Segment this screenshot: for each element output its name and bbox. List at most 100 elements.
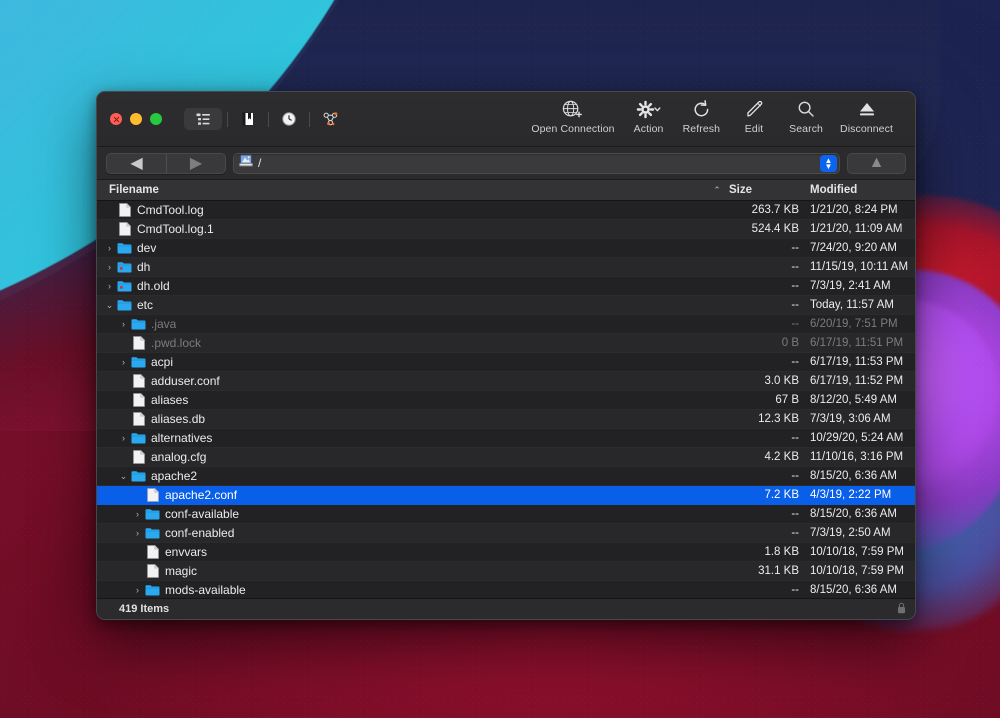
folder-icon	[144, 527, 161, 539]
table-row[interactable]: CmdTool.log263.7 KB1/21/20, 8:24 PM	[97, 201, 915, 220]
size-cell: --	[725, 508, 805, 520]
forward-button[interactable]: ▶	[166, 154, 225, 173]
filename-label: .pwd.lock	[151, 336, 201, 350]
minimize-button[interactable]	[130, 113, 142, 125]
browser-view-icon[interactable]	[184, 108, 222, 130]
modified-cell: Today, 11:57 AM	[805, 299, 915, 311]
table-row[interactable]: › dev--7/24/20, 9:20 AM	[97, 239, 915, 258]
disclosure-collapsed-icon[interactable]: ›	[103, 262, 116, 272]
search-icon	[797, 97, 815, 121]
size-cell: 12.3 KB	[725, 413, 805, 425]
table-row[interactable]: › mods-available--8/15/20, 6:36 AM	[97, 581, 915, 598]
close-button[interactable]	[110, 113, 122, 125]
table-row[interactable]: analog.cfg4.2 KB11/10/16, 3:16 PM	[97, 448, 915, 467]
sort-ascending-icon[interactable]: ⌃	[709, 185, 725, 196]
table-row[interactable]: › alternatives--10/29/20, 5:24 AM	[97, 429, 915, 448]
modified-cell: 8/15/20, 6:36 AM	[805, 508, 915, 520]
back-button[interactable]: ◀	[107, 154, 166, 173]
back-forward-segment[interactable]: ◀ ▶	[106, 153, 226, 174]
transfers-icon[interactable]	[315, 108, 345, 130]
modified-cell: 10/10/18, 7:59 PM	[805, 546, 915, 558]
disclosure-collapsed-icon[interactable]: ›	[103, 281, 116, 291]
go-up-button[interactable]: ▲	[847, 153, 906, 174]
filename-label: apache2.conf	[165, 488, 237, 502]
filename-cell: aliases.db	[130, 412, 725, 426]
filename-cell: etc	[116, 298, 725, 312]
table-row[interactable]: aliases67 B8/12/20, 5:49 AM	[97, 391, 915, 410]
column-header-modified[interactable]: Modified	[805, 184, 915, 196]
column-header: Filename ⌃ Size Modified	[97, 180, 915, 201]
column-header-size[interactable]: Size	[725, 184, 805, 196]
refresh-button[interactable]: Refresh	[675, 97, 728, 135]
size-cell: --	[725, 261, 805, 273]
folder-icon	[144, 584, 161, 596]
table-row[interactable]: apache2.conf7.2 KB4/3/19, 2:22 PM	[97, 486, 915, 505]
gear-icon	[636, 97, 661, 121]
filename-label: dev	[137, 241, 156, 255]
path-stepper[interactable]: ▲ ▼	[820, 155, 837, 172]
disclosure-collapsed-icon[interactable]: ›	[131, 528, 144, 538]
file-list[interactable]: CmdTool.log263.7 KB1/21/20, 8:24 PM CmdT…	[97, 201, 915, 598]
folder-alias-icon	[116, 261, 133, 273]
search-button[interactable]: Search	[780, 97, 832, 135]
table-row[interactable]: ⌄ etc--Today, 11:57 AM	[97, 296, 915, 315]
disclosure-collapsed-icon[interactable]: ›	[103, 243, 116, 253]
table-row[interactable]: adduser.conf3.0 KB6/17/19, 11:52 PM	[97, 372, 915, 391]
path-field[interactable]: / ▲ ▼	[233, 153, 840, 174]
table-row[interactable]: magic31.1 KB10/10/18, 7:59 PM	[97, 562, 915, 581]
table-row[interactable]: › conf-enabled--7/3/19, 2:50 AM	[97, 524, 915, 543]
size-cell: 524.4 KB	[725, 223, 805, 235]
folder-icon	[130, 318, 147, 330]
filename-label: acpi	[151, 355, 173, 369]
table-row[interactable]: › .java--6/20/19, 7:51 PM	[97, 315, 915, 334]
size-cell: 263.7 KB	[725, 204, 805, 216]
disclosure-expanded-icon[interactable]: ⌄	[103, 300, 116, 311]
filename-cell: conf-enabled	[144, 526, 725, 540]
file-icon	[144, 564, 161, 578]
column-header-filename[interactable]: Filename	[97, 184, 709, 196]
eject-icon	[857, 97, 877, 121]
bookmark-icon[interactable]	[233, 108, 263, 130]
filename-cell: .java	[130, 317, 725, 331]
disclosure-expanded-icon[interactable]: ⌄	[117, 471, 130, 482]
table-row[interactable]: › dh.old--7/3/19, 2:41 AM	[97, 277, 915, 296]
folder-icon	[144, 508, 161, 520]
table-row[interactable]: envvars1.8 KB10/10/18, 7:59 PM	[97, 543, 915, 562]
size-cell: 4.2 KB	[725, 451, 805, 463]
filename-cell: dh	[116, 260, 725, 274]
filename-label: adduser.conf	[151, 374, 220, 388]
modified-cell: 1/21/20, 8:24 PM	[805, 204, 915, 216]
maximize-button[interactable]	[150, 113, 162, 125]
disclosure-collapsed-icon[interactable]: ›	[131, 585, 144, 595]
disclosure-collapsed-icon[interactable]: ›	[117, 319, 130, 329]
modified-cell: 1/21/20, 11:09 AM	[805, 223, 915, 235]
table-row[interactable]: .pwd.lock0 B6/17/19, 11:51 PM	[97, 334, 915, 353]
filename-cell: dh.old	[116, 279, 725, 293]
size-cell: 0 B	[725, 337, 805, 349]
disconnect-button[interactable]: Disconnect	[832, 97, 901, 135]
table-row[interactable]: › conf-available --8/15/20, 6:36 AM	[97, 505, 915, 524]
table-row[interactable]: CmdTool.log.1 524.4 KB1/21/20, 11:09 AM	[97, 220, 915, 239]
table-row[interactable]: aliases.db12.3 KB7/3/19, 3:06 AM	[97, 410, 915, 429]
filename-label: alternatives	[151, 431, 212, 445]
filename-cell: dev	[116, 241, 725, 255]
filename-label: conf-available	[165, 507, 239, 521]
table-row[interactable]: › dh--11/15/19, 10:11 AM	[97, 258, 915, 277]
disclosure-collapsed-icon[interactable]: ›	[131, 509, 144, 519]
open-connection-button[interactable]: Open Connection	[523, 97, 622, 135]
action-button[interactable]: Action	[623, 97, 675, 135]
edit-button[interactable]: Edit	[728, 97, 780, 135]
file-icon	[144, 545, 161, 559]
modified-cell: 8/15/20, 6:36 AM	[805, 470, 915, 482]
table-row[interactable]: ⌄ apache2--8/15/20, 6:36 AM	[97, 467, 915, 486]
disclosure-collapsed-icon[interactable]: ›	[117, 433, 130, 443]
disclosure-collapsed-icon[interactable]: ›	[117, 357, 130, 367]
file-icon	[130, 374, 147, 388]
filename-label: dh	[137, 260, 150, 274]
item-count-label: 419 Items	[119, 603, 169, 615]
size-cell: --	[725, 584, 805, 596]
history-clock-icon[interactable]	[274, 108, 304, 130]
filename-label: CmdTool.log.1	[137, 222, 214, 236]
table-row[interactable]: › acpi--6/17/19, 11:53 PM	[97, 353, 915, 372]
traffic-lights	[97, 113, 162, 125]
